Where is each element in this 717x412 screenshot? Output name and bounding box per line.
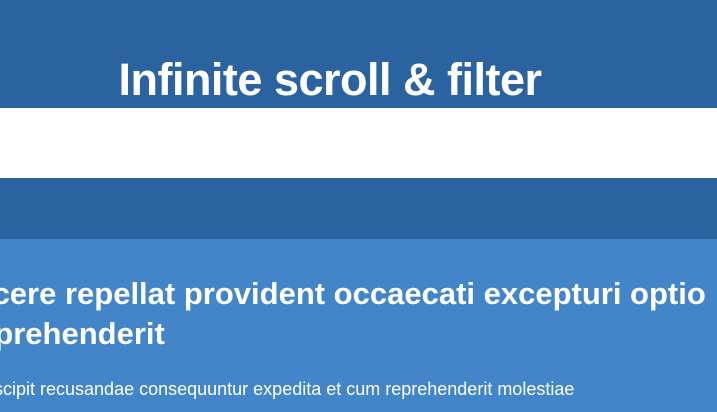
post-card: facere repellat provident occaecati exce…	[0, 239, 717, 412]
page-header: Infinite scroll & filter	[0, 0, 717, 108]
content-spacer	[0, 178, 717, 239]
app-page: Infinite scroll & filter facere repellat…	[0, 0, 717, 412]
post-body: suscipit recusandae consequuntur expedit…	[0, 379, 575, 399]
post-title: facere repellat provident occaecati exce…	[0, 276, 706, 351]
filter-container	[0, 108, 717, 178]
page-title: Infinite scroll & filter	[118, 54, 542, 106]
filter-input[interactable]	[0, 108, 717, 178]
